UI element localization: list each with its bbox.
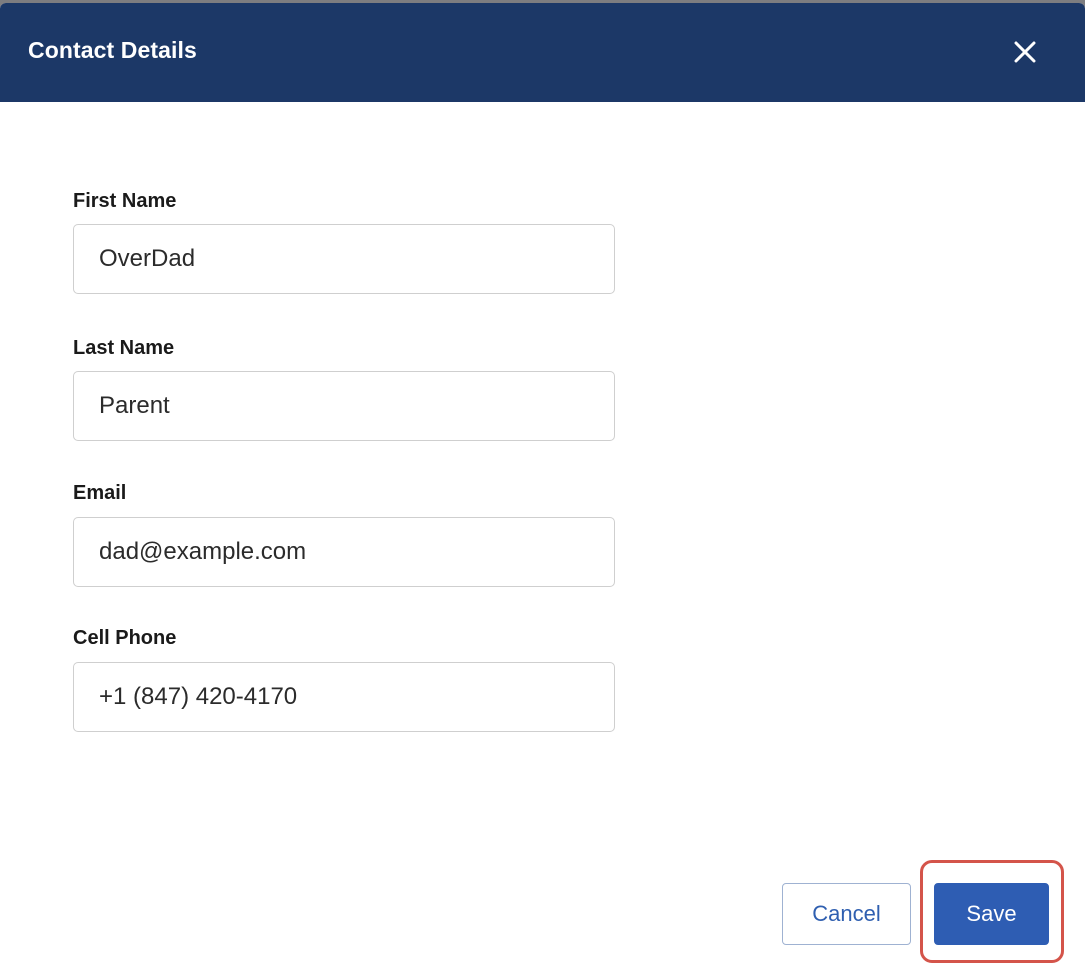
dialog-header: Contact Details (0, 3, 1085, 102)
first-name-label: First Name (73, 190, 177, 212)
cell-phone-label: Cell Phone (73, 627, 177, 649)
dialog-title: Contact Details (28, 37, 197, 63)
cancel-button[interactable]: Cancel (782, 883, 911, 945)
contact-details-dialog: Contact Details First Name Last Name Ema… (0, 3, 1085, 978)
last-name-input[interactable] (73, 371, 615, 441)
save-button[interactable]: Save (934, 883, 1049, 945)
email-label: Email (73, 482, 127, 504)
cell-phone-input[interactable] (73, 662, 615, 732)
email-input[interactable] (73, 517, 615, 587)
close-icon (1014, 41, 1036, 63)
first-name-input[interactable] (73, 224, 615, 294)
last-name-label: Last Name (73, 337, 175, 359)
close-button[interactable] (1006, 33, 1044, 71)
